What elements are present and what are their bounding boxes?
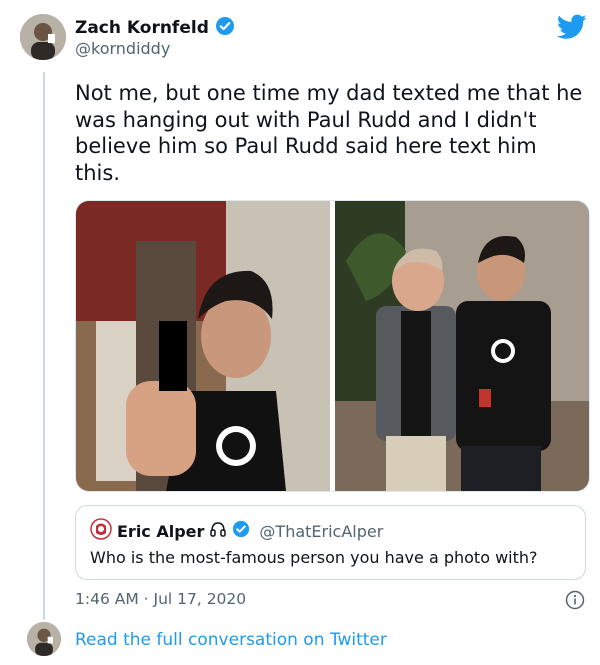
verified-badge-icon: [232, 520, 250, 542]
author-name[interactable]: Zach Kornfeld: [75, 18, 209, 38]
headphones-icon: [209, 520, 227, 542]
quote-author-handle[interactable]: @ThatEricAlper: [259, 522, 383, 541]
quote-author-name[interactable]: Eric Alper: [117, 522, 204, 541]
author-avatar[interactable]: [20, 14, 66, 60]
tweet-media[interactable]: [75, 200, 590, 492]
quote-text: Who is the most-famous person you have a…: [90, 548, 538, 567]
thread-line: [43, 72, 45, 620]
quote-header: Eric Alper @ThatEricAlper: [90, 518, 383, 544]
quoted-tweet[interactable]: Eric Alper @ThatEricAlper Who is the mos…: [75, 505, 586, 580]
author-handle[interactable]: @korndiddy: [75, 39, 170, 58]
quote-avatar: [90, 518, 112, 544]
photo-left[interactable]: [76, 201, 330, 491]
author-avatar-small[interactable]: [27, 622, 61, 656]
info-icon[interactable]: [565, 590, 585, 610]
twitter-bird-icon[interactable]: [556, 14, 587, 40]
tweet-timestamp[interactable]: 1:46 AM · Jul 17, 2020: [75, 590, 246, 608]
author-name-row[interactable]: Zach Kornfeld: [75, 16, 235, 40]
read-full-conversation-link[interactable]: Read the full conversation on Twitter: [75, 630, 387, 650]
tweet-text: Not me, but one time my dad texted me th…: [75, 81, 583, 185]
verified-badge-icon: [215, 16, 235, 40]
photo-right[interactable]: [335, 201, 589, 491]
